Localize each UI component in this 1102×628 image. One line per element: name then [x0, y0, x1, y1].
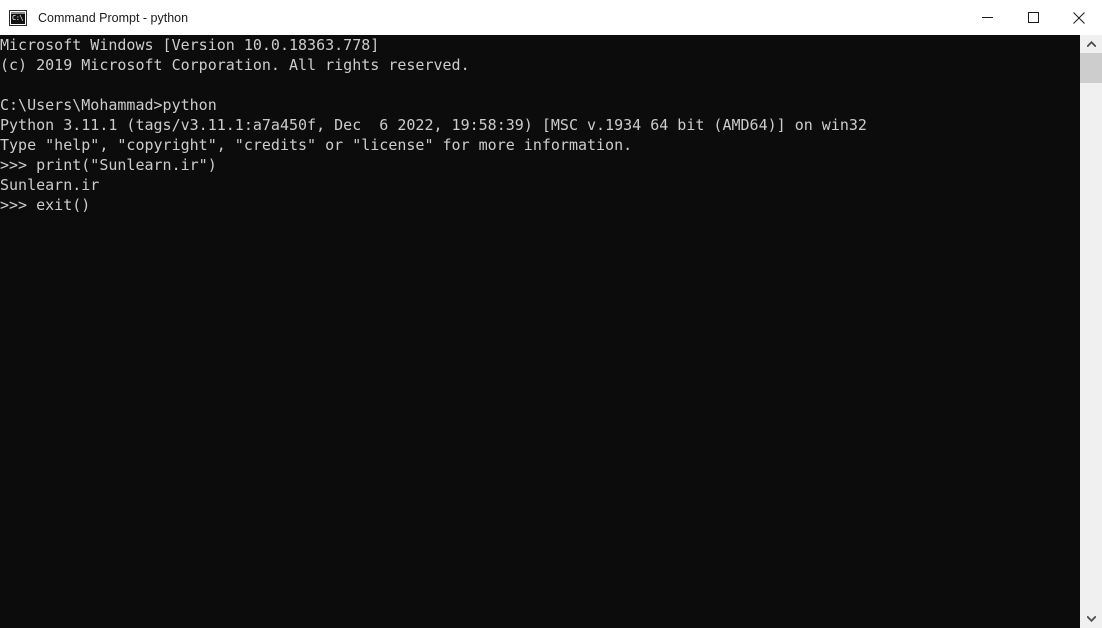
console-scrollbar[interactable]	[1080, 35, 1102, 628]
titlebar-left-group: C:\ Command Prompt - python	[0, 0, 188, 35]
command-prompt-window: C:\ Command Prompt - python Microsoft Wi…	[0, 0, 1102, 628]
scrollbar-thumb[interactable]	[1080, 53, 1102, 83]
maximize-button[interactable]	[1010, 0, 1056, 35]
titlebar-drag-area[interactable]	[188, 0, 964, 35]
close-icon	[1073, 11, 1085, 24]
minimize-icon	[981, 17, 993, 18]
titlebar[interactable]: C:\ Command Prompt - python	[0, 0, 1102, 35]
chevron-down-icon	[1086, 616, 1096, 622]
minimize-button[interactable]	[964, 0, 1010, 35]
close-button[interactable]	[1056, 0, 1102, 35]
scrollbar-up-button[interactable]	[1080, 35, 1102, 53]
console-text: Microsoft Windows [Version 10.0.18363.77…	[0, 36, 867, 214]
console-output-area[interactable]: Microsoft Windows [Version 10.0.18363.77…	[0, 35, 1080, 628]
scrollbar-down-button[interactable]	[1080, 610, 1102, 628]
cmd-icon-glyph: C:\	[12, 13, 24, 22]
window-title: Command Prompt - python	[38, 10, 189, 25]
window-controls	[964, 0, 1102, 35]
maximize-icon	[1027, 12, 1039, 23]
chevron-up-icon	[1086, 41, 1096, 47]
cmd-console-icon[interactable]: C:\	[9, 9, 27, 26]
